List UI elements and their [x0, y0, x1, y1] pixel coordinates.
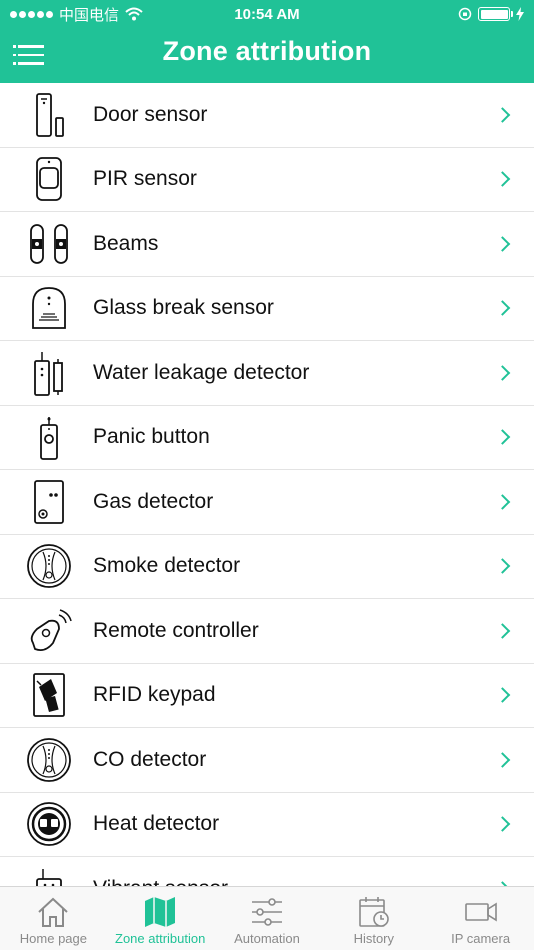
- list-item-vibrant-sensor[interactable]: Vibrant sensor: [0, 857, 534, 886]
- list-item-label: Vibrant sensor: [93, 877, 228, 886]
- orientation-lock-icon: [458, 7, 472, 21]
- sliders-icon: [251, 898, 282, 926]
- zone-type-list[interactable]: Door sensor PIR sensor Beams Glass break…: [0, 83, 534, 886]
- tab-automation[interactable]: Automation: [214, 887, 321, 950]
- co-detector-icon: [24, 735, 74, 785]
- chevron-right-icon: [494, 687, 511, 704]
- list-item-label: Remote controller: [93, 618, 259, 642]
- page-title: Zone attribution: [162, 36, 372, 66]
- chevron-right-icon: [494, 622, 511, 639]
- status-right: [458, 7, 524, 21]
- glass-break-icon: [24, 283, 74, 333]
- list-item-label: Water leakage detector: [93, 360, 310, 384]
- list-item-gas-detector[interactable]: Gas detector: [0, 470, 534, 535]
- list-item-co-detector[interactable]: CO detector: [0, 728, 534, 793]
- battery-icon: [478, 7, 513, 21]
- carrier-name: 中国电信: [59, 6, 120, 24]
- beams-icon: [24, 219, 74, 269]
- list-item-label: Gas detector: [93, 489, 214, 513]
- list-item-label: Glass break sensor: [93, 296, 274, 320]
- list-item-glass-break-sensor[interactable]: Glass break sensor: [0, 277, 534, 341]
- smoke-detector-icon: [24, 541, 74, 591]
- list-item-label: Smoke detector: [93, 554, 241, 578]
- gas-detector-icon: [24, 477, 74, 527]
- list-item-label: Panic button: [93, 425, 210, 449]
- tab-label: Zone attribution: [115, 931, 206, 946]
- rfid-keypad-icon: [24, 670, 74, 720]
- list-item-rfid-keypad[interactable]: RFID keypad: [0, 664, 534, 728]
- list-item-label: RFID keypad: [93, 683, 216, 707]
- chevron-right-icon: [494, 300, 511, 317]
- tab-label: Automation: [234, 931, 300, 946]
- chevron-right-icon: [494, 558, 511, 575]
- list-item-label: PIR sensor: [93, 167, 197, 191]
- map-icon: [145, 897, 176, 927]
- list-item-heat-detector[interactable]: Heat detector: [0, 793, 534, 857]
- calendar-clock-icon: [358, 897, 389, 927]
- list-item-label: CO detector: [93, 747, 207, 771]
- list-item-water-leakage-detector[interactable]: Water leakage detector: [0, 341, 534, 406]
- wifi-icon: [125, 7, 143, 21]
- list-item-door-sensor[interactable]: Door sensor: [0, 83, 534, 148]
- list-item-label: Beams: [93, 231, 159, 255]
- tab-ip-camera[interactable]: IP camera: [427, 887, 534, 950]
- navigation-bar: Zone attribution: [0, 28, 534, 83]
- list-item-remote-controller[interactable]: Remote controller: [0, 599, 534, 664]
- chevron-right-icon: [494, 493, 511, 510]
- heat-detector-icon: [24, 799, 74, 849]
- chevron-right-icon: [494, 816, 511, 833]
- list-item-panic-button[interactable]: Panic button: [0, 406, 534, 470]
- tab-zone-attribution[interactable]: Zone attribution: [107, 887, 214, 950]
- tab-bar: Home page Zone attribution Automation Hi…: [0, 886, 534, 950]
- video-camera-icon: [464, 902, 497, 922]
- remote-controller-icon: [24, 606, 74, 656]
- tab-label: IP camera: [451, 931, 511, 946]
- list-item-beams[interactable]: Beams: [0, 212, 534, 277]
- door-sensor-icon: [24, 90, 74, 140]
- list-item-label: Heat detector: [93, 812, 220, 836]
- signal-strength-icon: [10, 10, 53, 18]
- vibrant-sensor-icon: [24, 864, 74, 886]
- water-leak-icon: [24, 348, 74, 398]
- chevron-right-icon: [494, 171, 511, 188]
- chevron-right-icon: [494, 751, 511, 768]
- chevron-right-icon: [494, 106, 511, 123]
- list-item-pir-sensor[interactable]: PIR sensor: [0, 148, 534, 212]
- chevron-right-icon: [494, 364, 511, 381]
- home-icon: [38, 897, 69, 927]
- tab-home-page[interactable]: Home page: [0, 887, 107, 950]
- status-left: 中国电信: [10, 4, 143, 25]
- status-bar: 中国电信 10:54 AM: [0, 0, 534, 28]
- pir-sensor-icon: [24, 154, 74, 204]
- charging-bolt-icon: [516, 7, 524, 21]
- tab-label: History: [353, 931, 395, 946]
- list-item-label: Door sensor: [93, 102, 208, 126]
- tab-label: Home page: [19, 931, 87, 946]
- chevron-right-icon: [494, 235, 511, 252]
- panic-button-icon: [24, 412, 74, 462]
- tab-history[interactable]: History: [320, 887, 427, 950]
- chevron-right-icon: [494, 429, 511, 446]
- list-item-smoke-detector[interactable]: Smoke detector: [0, 535, 534, 599]
